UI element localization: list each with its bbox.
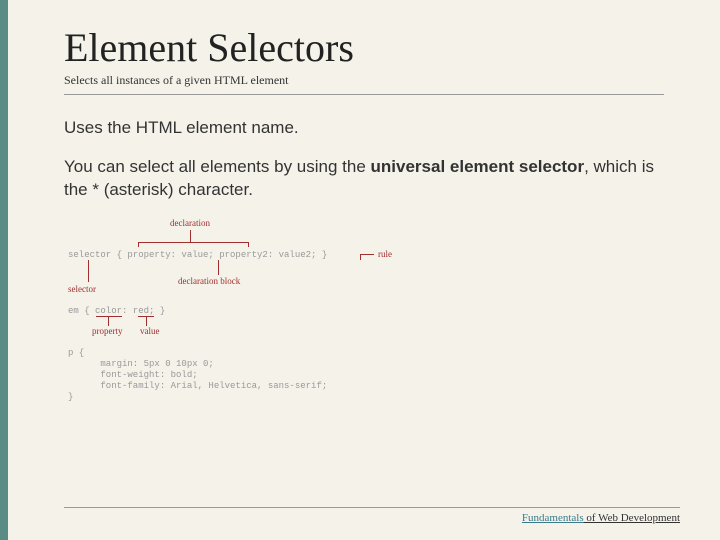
line-rule-h <box>360 254 374 255</box>
para2-bold: universal element selector <box>371 157 585 176</box>
code-syntax: selector { property: value; property2: v… <box>68 250 327 260</box>
paragraph-1: Uses the HTML element name. <box>64 117 664 140</box>
paragraph-2: You can select all elements by using the… <box>64 156 664 202</box>
css-syntax-diagram: declaration selector { property: value; … <box>68 218 664 418</box>
code-ex2-l2: margin: 5px 0 10px 0; <box>68 359 214 369</box>
label-value: value <box>140 326 160 336</box>
slide-title: Element Selectors <box>64 24 664 71</box>
slide-subtitle: Selects all instances of a given HTML el… <box>64 73 664 88</box>
label-declaration-block: declaration block <box>178 276 240 286</box>
label-property: property <box>92 326 123 336</box>
line-selector-v <box>88 260 89 282</box>
line-prop-v <box>108 316 109 326</box>
code-ex2-l5: } <box>68 392 73 402</box>
line-declaration-l <box>138 242 139 247</box>
line-declblock-v <box>218 260 219 275</box>
footer-accent: Fundamentals <box>522 512 584 524</box>
para2-part-a: You can select all elements by using the <box>64 157 371 176</box>
line-prop-h <box>96 316 122 317</box>
accent-bar <box>0 0 8 540</box>
label-selector: selector <box>68 284 96 294</box>
slide-footer: Fundamentals of Web Development <box>64 507 680 524</box>
line-declaration-v <box>190 230 191 242</box>
code-ex2-l3: font-weight: bold; <box>68 370 198 380</box>
code-ex2-l4: font-family: Arial, Helvetica, sans-seri… <box>68 381 327 391</box>
label-declaration: declaration <box>170 218 210 228</box>
slide-content: Element Selectors Selects all instances … <box>0 0 720 418</box>
code-example1: em { color: red; } <box>68 306 165 316</box>
title-divider <box>64 94 664 95</box>
code-ex2-l1: p { <box>68 348 84 358</box>
line-declaration-h <box>138 242 248 243</box>
line-val-v <box>146 316 147 326</box>
footer-rest: of Web Development <box>584 512 680 524</box>
label-rule: rule <box>378 249 392 259</box>
line-declaration-r <box>248 242 249 247</box>
